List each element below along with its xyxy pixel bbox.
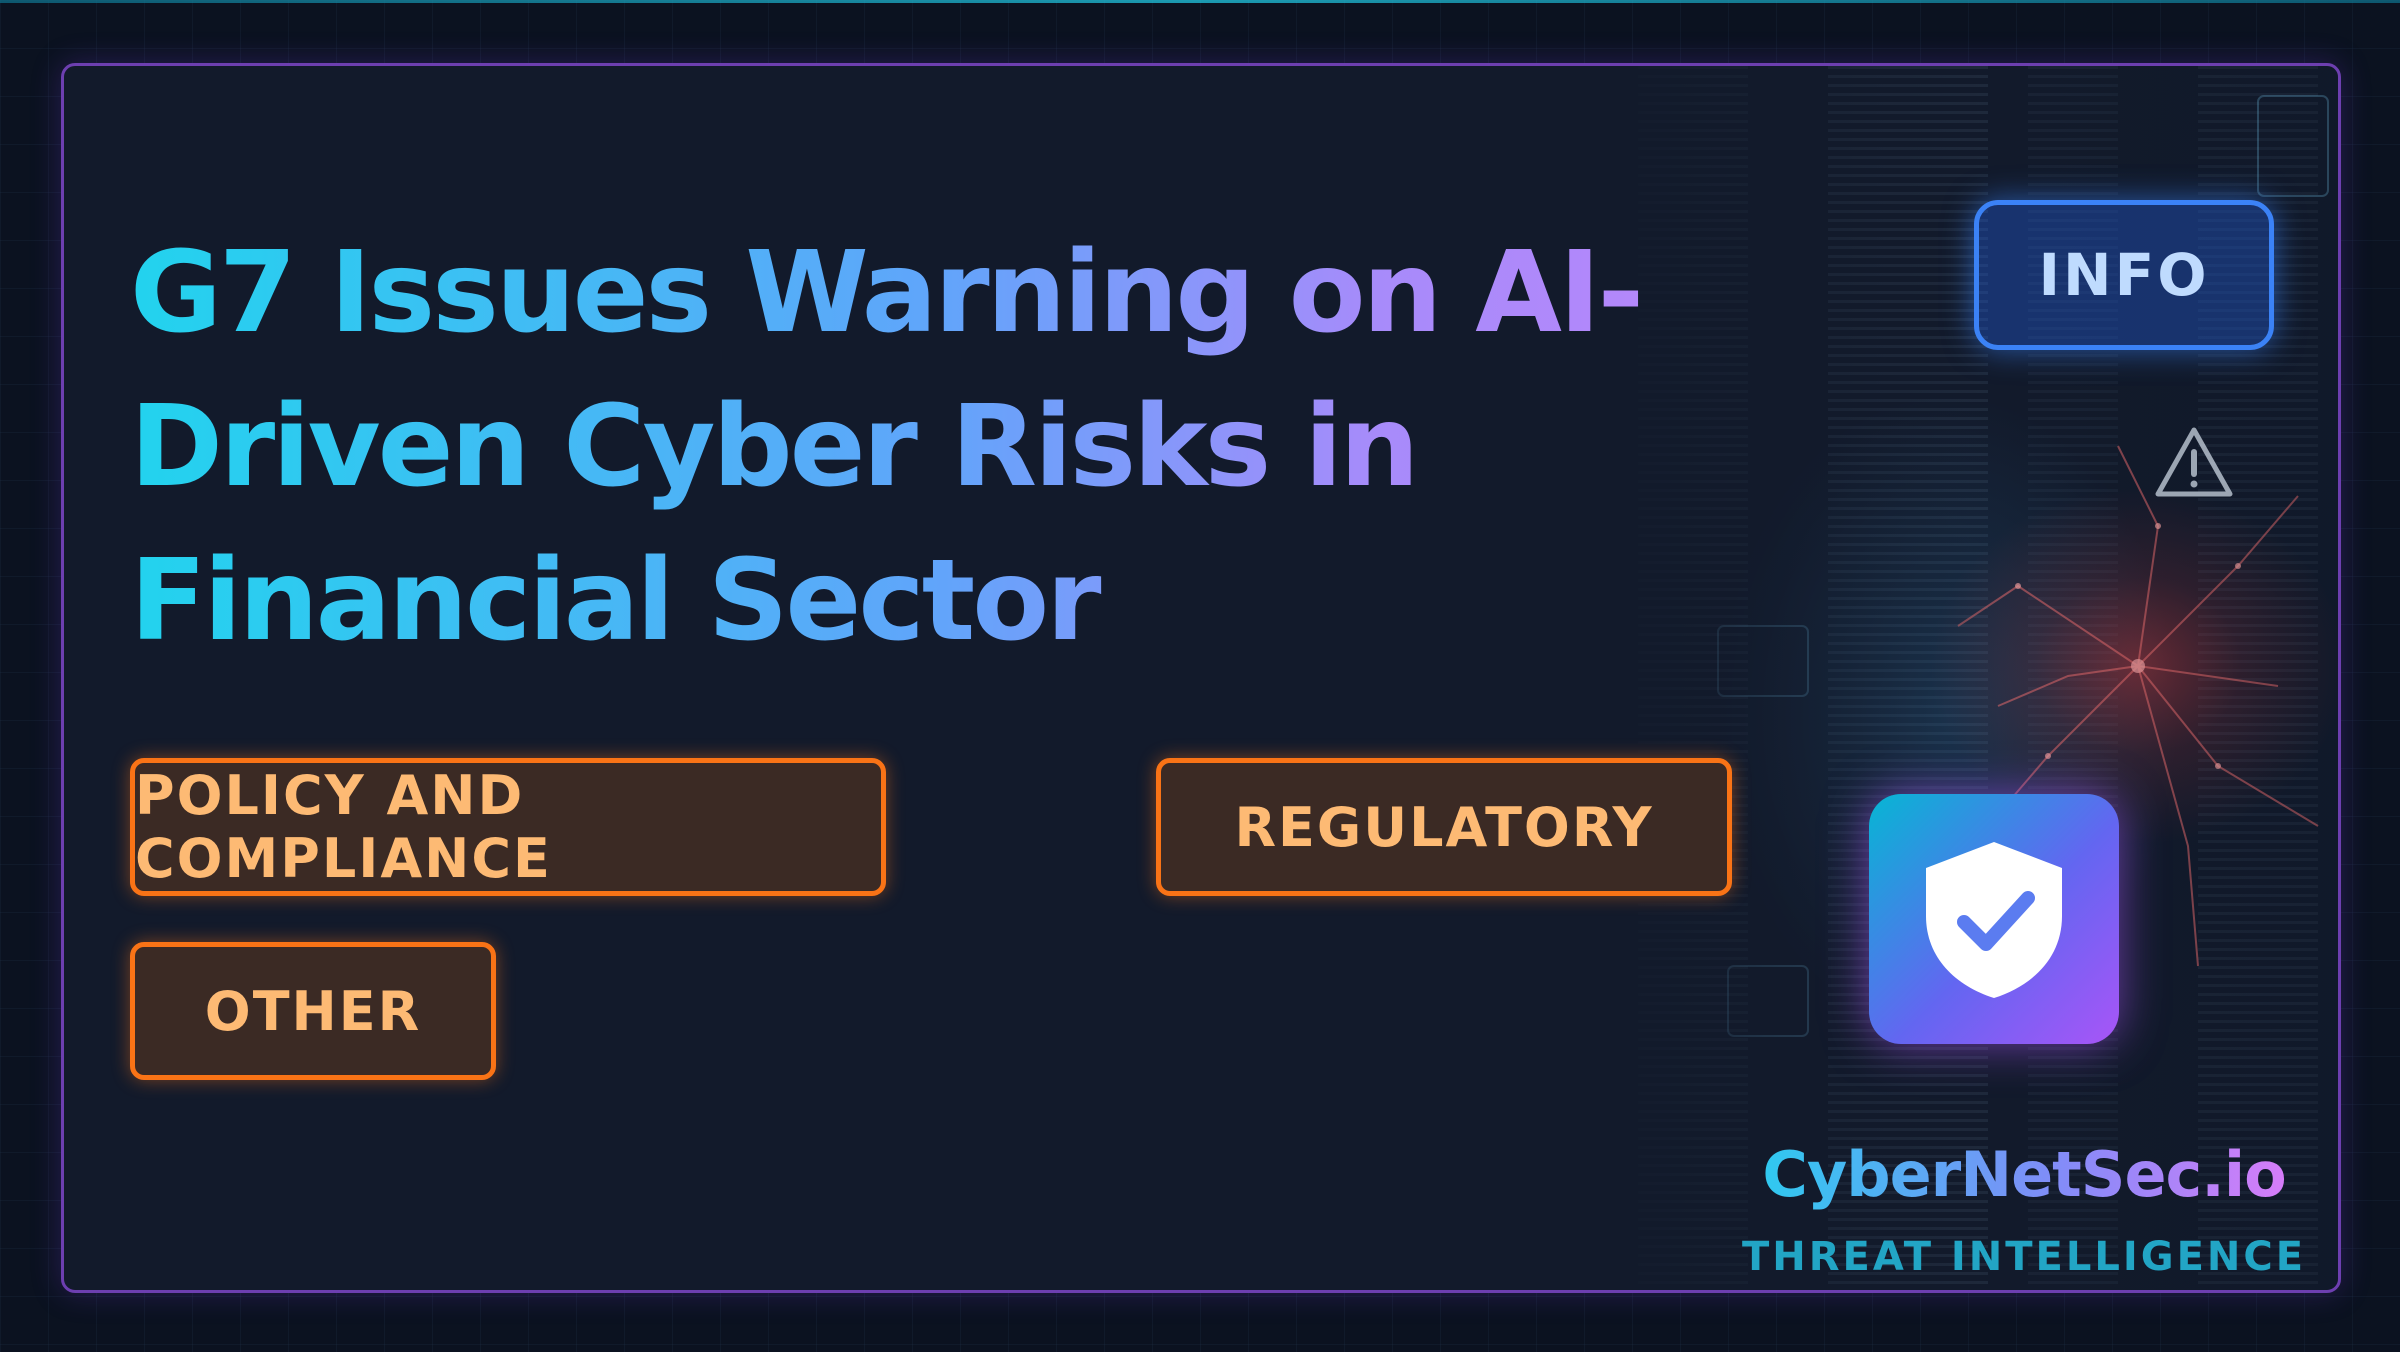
warning-icon: [2155, 427, 2233, 497]
top-accent-line: [0, 0, 2400, 3]
brand-tagline: THREAT INTELLIGENCE: [1741, 1234, 2307, 1280]
severity-badge: INFO: [1974, 200, 2274, 350]
tag-regulatory[interactable]: REGULATORY: [1156, 758, 1732, 896]
headline-line-3: Financial Sector: [130, 536, 1099, 666]
headline: G7 Issues Warning on AI- Driven Cyber Ri…: [130, 216, 1910, 678]
news-card: G7 Issues Warning on AI- Driven Cyber Ri…: [61, 63, 2341, 1293]
tag-other[interactable]: OTHER: [130, 942, 496, 1080]
brand-name[interactable]: CyberNetSec.io: [1714, 1138, 2334, 1211]
headline-line-2: Driven Cyber Risks in: [130, 382, 1417, 512]
brand-logo: [1869, 794, 2119, 1044]
headline-line-1: G7 Issues Warning on AI-: [130, 228, 1642, 358]
shield-check-icon: [1926, 842, 2062, 998]
tag-policy-and-compliance[interactable]: POLICY AND COMPLIANCE: [130, 758, 886, 896]
